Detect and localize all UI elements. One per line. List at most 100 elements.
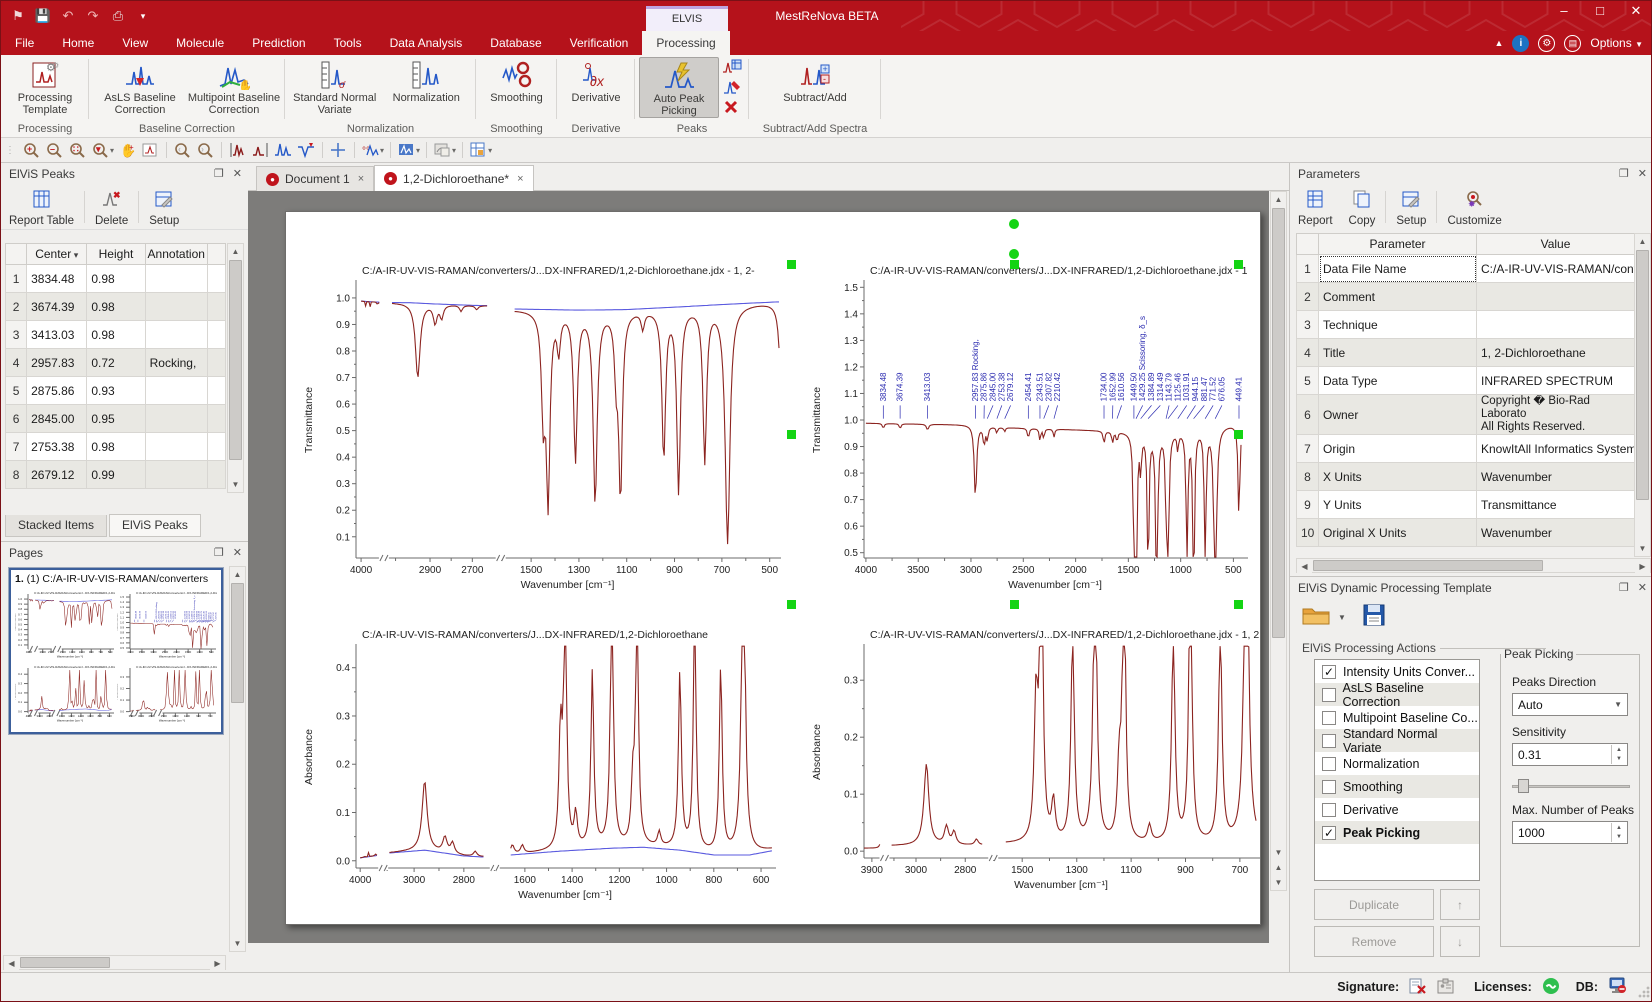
undo-icon[interactable]: ↶ xyxy=(59,7,77,25)
parameter-row[interactable]: 10Original X UnitsWavenumber xyxy=(1297,519,1635,547)
ribbon-button-derivative[interactable]: ∂xDerivative xyxy=(561,57,631,104)
signature-id-icon[interactable] xyxy=(1437,978,1454,997)
print-icon[interactable]: ⎙ xyxy=(109,7,127,25)
checkbox-unchecked-icon[interactable] xyxy=(1322,734,1336,748)
minimize-button[interactable]: – xyxy=(1553,3,1575,19)
action-item-smoothing[interactable]: Smoothing xyxy=(1315,775,1479,798)
setup-button[interactable]: Setup xyxy=(1388,185,1434,229)
close-panel-icon[interactable]: ✕ xyxy=(233,167,242,180)
column-header-annotation[interactable]: Annotation xyxy=(145,244,207,265)
scroll-up-icon[interactable]: ▲ xyxy=(228,244,243,259)
report-table-button[interactable]: Report Table xyxy=(1,185,82,229)
scroll-right-icon[interactable]: ▶ xyxy=(210,956,225,971)
parameter-row[interactable]: 5Data TypeINFRARED SPECTRUM xyxy=(1297,367,1635,395)
bottom-tab-elvis-peaks[interactable]: ElViS Peaks xyxy=(109,514,201,537)
rotation-handle[interactable] xyxy=(1009,249,1019,259)
peaks-table-row[interactable]: 33413.030.98 xyxy=(6,321,226,349)
ribbon-button-normalization[interactable]: Normalization xyxy=(381,57,473,104)
spin-down-icon[interactable]: ▼ xyxy=(1612,833,1626,843)
page-thumbnail-item[interactable]: 1. (1) C:/A-IR-UV-VIS-RAMAN/converters C… xyxy=(9,568,223,734)
document-page[interactable]: C:/A-IR-UV-VIS-RAMAN/converters/J...DX-I… xyxy=(285,211,1261,925)
checkbox-unchecked-icon[interactable] xyxy=(1322,711,1336,725)
menu-processing[interactable]: Processing xyxy=(642,31,729,55)
close-tab-icon[interactable]: × xyxy=(358,173,364,185)
parameter-row[interactable]: 1Data File NameC:/A-IR-UV-VIS-RAMAN/conv… xyxy=(1297,255,1635,283)
peak-up-icon[interactable] xyxy=(273,140,294,160)
checkbox-unchecked-icon[interactable] xyxy=(1322,757,1336,771)
action-item-peak-picking[interactable]: ✓Peak Picking xyxy=(1315,821,1479,844)
zoom-menu-icon[interactable]: °° xyxy=(360,140,381,160)
zoom-point-icon[interactable]: ▾ xyxy=(90,140,111,160)
more-icon[interactable]: ▾ xyxy=(134,7,152,25)
scroll-right-icon[interactable]: ▶ xyxy=(1635,559,1650,574)
mag-left-icon[interactable]: ‹ xyxy=(172,140,193,160)
spectrum-chart[interactable]: C:/A-IR-UV-VIS-RAMAN/converters/J...DX-I… xyxy=(15,588,115,660)
parameters-scrollbar-horizontal[interactable]: ◀ ▶ xyxy=(1296,558,1651,573)
peaks-table-row[interactable]: 82679.120.99 xyxy=(6,461,226,489)
report-button[interactable]: Report xyxy=(1290,185,1341,229)
next-page-icon[interactable]: ▼ xyxy=(1271,875,1286,890)
menu-file[interactable]: File xyxy=(1,31,48,55)
maximize-button[interactable]: □ xyxy=(1589,3,1611,19)
scroll-down-icon[interactable]: ▼ xyxy=(230,936,245,951)
peaks-table-row[interactable]: 52875.860.93 xyxy=(6,377,226,405)
parameter-row[interactable]: 2Comment xyxy=(1297,283,1635,311)
customize-button[interactable]: ✸Customize xyxy=(1439,185,1509,229)
open-template-dropdown-icon[interactable]: ▼ xyxy=(1338,613,1346,622)
spin-up-icon[interactable]: ▲ xyxy=(1612,745,1626,755)
spin-up-icon[interactable]: ▲ xyxy=(1612,823,1626,833)
action-item-derivative[interactable]: Derivative xyxy=(1315,798,1479,821)
elvis-contextual-tab[interactable]: ELVIS xyxy=(646,6,728,31)
selection-handle[interactable] xyxy=(787,260,796,269)
document-tab-1[interactable]: ●Document 1× xyxy=(256,166,374,191)
scroll-left-icon[interactable]: ◀ xyxy=(4,956,19,971)
manual-book-icon[interactable]: ▤ xyxy=(1564,35,1581,52)
settings-gear-icon[interactable]: ⚙ xyxy=(1538,35,1555,52)
column-header-height[interactable]: Height xyxy=(87,244,145,265)
license-status-icon[interactable] xyxy=(1542,977,1560,998)
parameter-row[interactable]: 9Y UnitsTransmittance xyxy=(1297,491,1635,519)
parameter-row[interactable]: 3Technique xyxy=(1297,311,1635,339)
info-icon[interactable]: i xyxy=(1512,35,1529,52)
float-panel-icon[interactable]: ❐ xyxy=(1619,167,1629,180)
spectrum-chart[interactable]: C:/A-IR-UV-VIS-RAMAN/converters/J...DX-I… xyxy=(296,252,791,610)
display-menu-icon[interactable] xyxy=(396,140,417,160)
selection-handle[interactable] xyxy=(1010,600,1019,609)
peaks-delete-icon[interactable] xyxy=(721,97,743,117)
mag-right-icon[interactable]: › xyxy=(195,140,216,160)
column-header-value[interactable]: Value xyxy=(1477,234,1635,255)
ribbon-button-asls-baseline-correction[interactable]: AsLS Baseline Correction xyxy=(93,57,187,116)
close-panel-icon[interactable]: ✕ xyxy=(233,546,242,559)
spectrum-chart[interactable]: C:/A-IR-UV-VIS-RAMAN/converters/J...DX-I… xyxy=(806,620,1268,908)
checkbox-checked-icon[interactable]: ✓ xyxy=(1322,826,1336,840)
zoom-region-icon[interactable]: ∷ xyxy=(67,140,88,160)
selection-handle[interactable] xyxy=(787,430,796,439)
selection-handle[interactable] xyxy=(787,600,796,609)
save-template-icon[interactable] xyxy=(1362,603,1386,632)
pan-hand-icon[interactable]: ✋+ xyxy=(117,140,138,160)
canvas-scrollbar-vertical[interactable]: ▲ ▼ ▲ ▼ xyxy=(1270,191,1287,891)
selection-handle[interactable] xyxy=(1234,600,1243,609)
menu-data-analysis[interactable]: Data Analysis xyxy=(376,31,477,55)
document-canvas[interactable]: C:/A-IR-UV-VIS-RAMAN/converters/J...DX-I… xyxy=(248,191,1269,943)
save-icon[interactable]: 💾 xyxy=(34,7,52,25)
pages-scrollbar-vertical[interactable]: ▲ ▼ xyxy=(229,566,246,952)
spin-down-icon[interactable]: ▼ xyxy=(1612,755,1626,765)
move-up-button[interactable]: ↑ xyxy=(1440,889,1480,920)
menu-view[interactable]: View xyxy=(108,31,162,55)
ribbon-button-auto-peak-picking[interactable]: Auto Peak Picking xyxy=(639,57,719,118)
menu-tools[interactable]: Tools xyxy=(320,31,376,55)
spectrum-chart[interactable]: C:/A-IR-UV-VIS-RAMAN/converters/J...DX-I… xyxy=(806,252,1256,610)
scroll-down-icon[interactable]: ▼ xyxy=(228,477,243,492)
redo-icon[interactable]: ↷ xyxy=(84,7,102,25)
peaks-table-row[interactable]: 42957.830.72Rocking, xyxy=(6,349,226,377)
slider-handle[interactable] xyxy=(1518,779,1529,793)
bookmark-icon[interactable]: ⚑ xyxy=(9,7,27,25)
peaks-table-row[interactable]: 62845.000.95 xyxy=(6,405,226,433)
peaks-table-row[interactable]: 13834.480.98 xyxy=(6,265,226,293)
spectrum-chart[interactable]: C:/A-IR-UV-VIS-RAMAN/converters/J...DX-I… xyxy=(117,588,217,660)
sensitivity-slider[interactable] xyxy=(1512,779,1630,793)
pages-scrollbar-horizontal[interactable]: ◀ ▶ xyxy=(3,955,226,970)
document-tab-2[interactable]: ●1,2-Dichloroethane*× xyxy=(374,165,534,191)
zoom-in-icon[interactable]: + xyxy=(21,140,42,160)
